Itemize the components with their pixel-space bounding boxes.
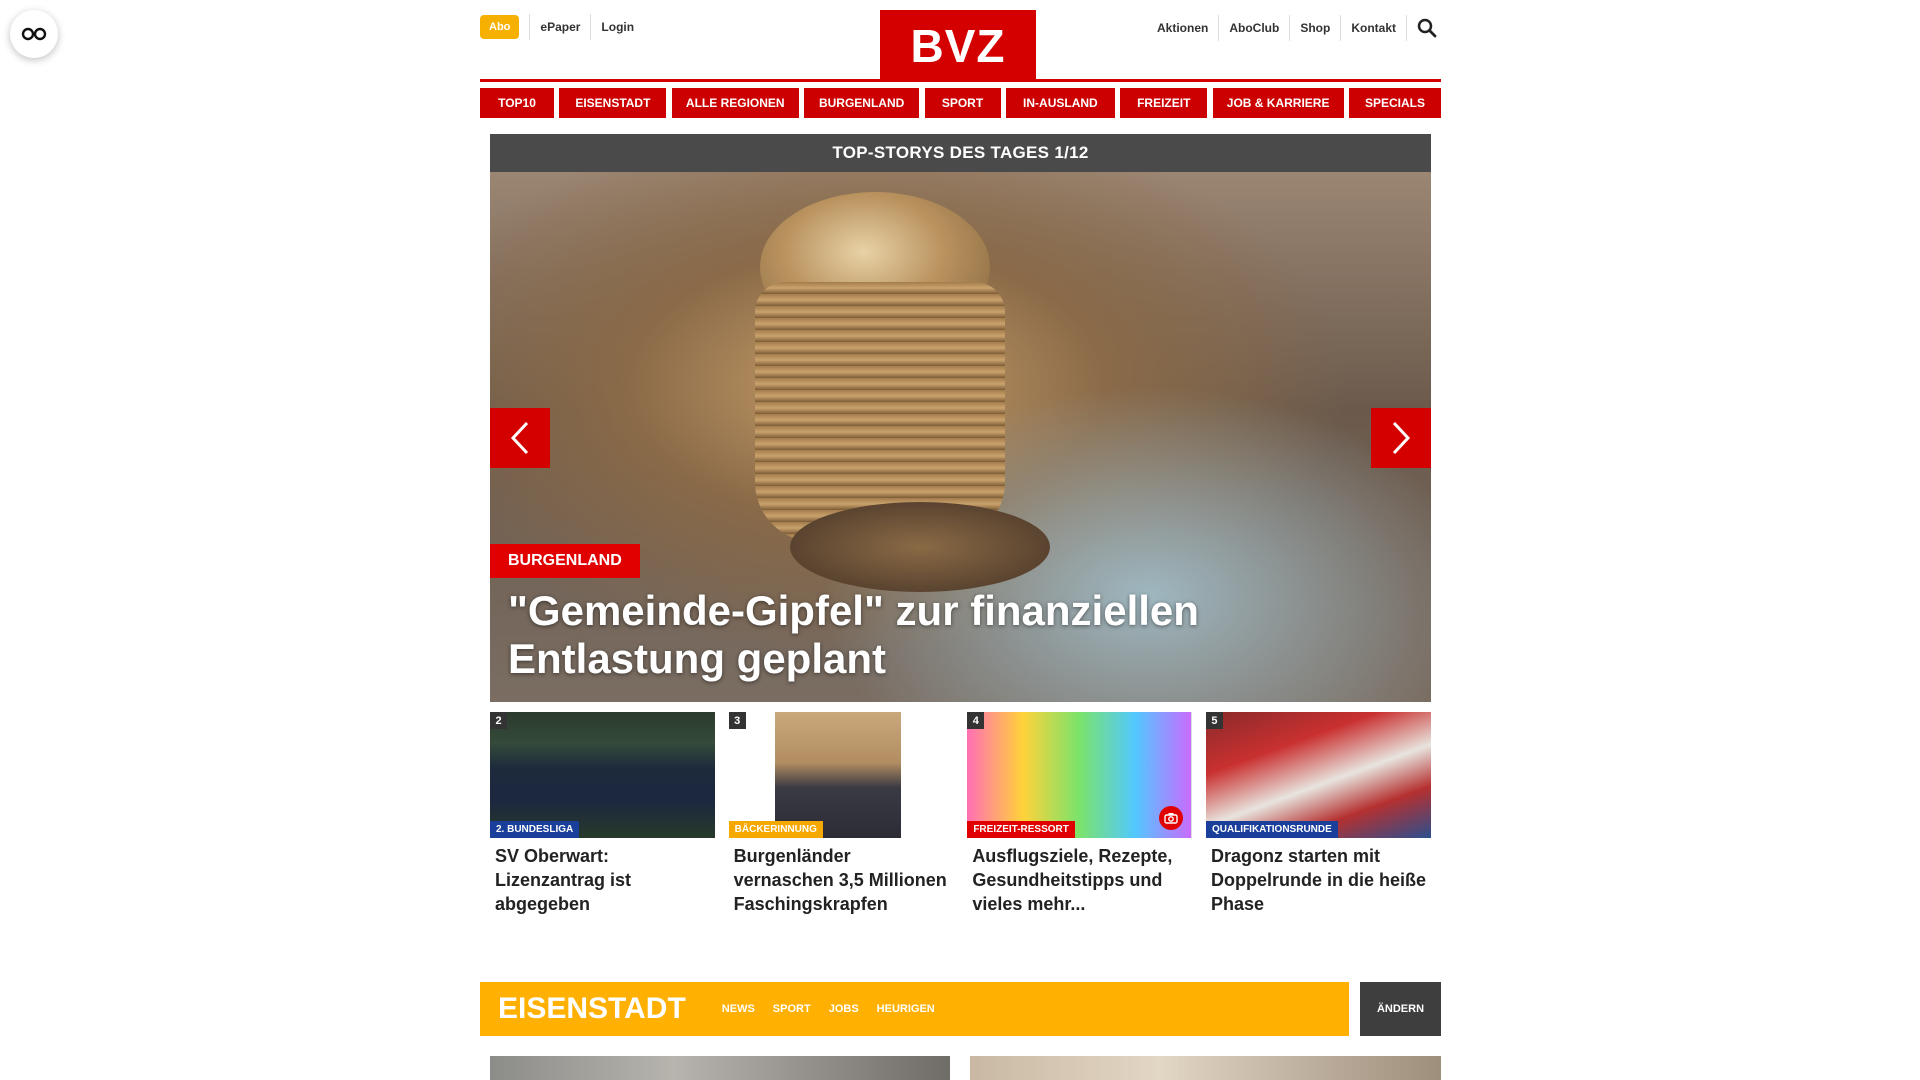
nav-sport[interactable]: SPORT bbox=[924, 88, 1001, 118]
top-stories-heading: TOP-STORYS DES TAGES 1/12 bbox=[490, 134, 1431, 172]
nav-alle-regionen[interactable]: ALLE REGIONEN bbox=[671, 88, 799, 118]
teaser-image-freizeit[interactable]: 4 FREIZEIT-RESSORT bbox=[967, 712, 1193, 838]
shop-link[interactable]: Shop bbox=[1290, 15, 1342, 41]
teaser-number: 3 bbox=[728, 712, 746, 729]
teaser-title[interactable]: Burgenländer vernaschen 3,5 Millionen Fa… bbox=[729, 838, 954, 916]
hero-headline[interactable]: "Gemeinde-Gipfel" zur finanziellen Entla… bbox=[508, 587, 1328, 683]
nav-top10[interactable]: TOP10 bbox=[480, 88, 554, 118]
teaser-card[interactable]: 3 BÄCKERINNUNG Burgenländer vernaschen 3… bbox=[728, 712, 954, 916]
nav-in-ausland[interactable]: IN-AUSLAND bbox=[1005, 88, 1115, 118]
teaser-title[interactable]: Ausflugsziele, Rezepte, Gesundheitstipps… bbox=[967, 838, 1192, 916]
teaser-card[interactable]: 5 QUALIFIKATIONSRUNDE Dragonz starten mi… bbox=[1205, 712, 1431, 916]
aboclub-link[interactable]: AboClub bbox=[1219, 15, 1291, 41]
header-left-links: Abo ePaper Login bbox=[480, 14, 644, 40]
teaser-card[interactable]: 4 FREIZEIT-RESSORT Ausflugsziele, Rezept… bbox=[967, 712, 1193, 916]
teaser-tag[interactable]: FREIZEIT-RESSORT bbox=[967, 821, 1075, 838]
nav-freizeit[interactable]: FREIZEIT bbox=[1120, 88, 1208, 118]
teaser-number: 5 bbox=[1205, 712, 1223, 729]
chevron-left-icon bbox=[510, 421, 529, 455]
teaser-card[interactable]: 2 2. BUNDESLIGA SV Oberwart: Lizenzantra… bbox=[490, 712, 715, 916]
teaser-image-stadium[interactable]: 2 2. BUNDESLIGA bbox=[490, 712, 715, 838]
login-link[interactable]: Login bbox=[591, 14, 644, 40]
region-link-jobs[interactable]: JOBS bbox=[829, 1003, 859, 1015]
teaser-tag[interactable]: QUALIFIKATIONSRUNDE bbox=[1205, 821, 1338, 838]
teaser-photo bbox=[774, 712, 901, 838]
teaser-tag[interactable]: BÄCKERINNUNG bbox=[728, 821, 823, 838]
teaser-image-krapfen[interactable]: 3 BÄCKERINNUNG bbox=[728, 712, 954, 838]
header-right-links: Aktionen AboClub Shop Kontakt bbox=[1147, 14, 1441, 42]
coin-stack-base bbox=[790, 502, 1050, 592]
teaser-title[interactable]: SV Oberwart: Lizenzantrag ist abgegeben bbox=[490, 838, 715, 916]
coin-stack-body bbox=[755, 282, 1005, 542]
region-section-header: EISENSTADT NEWS SPORT JOBS HEURIGEN ÄNDE… bbox=[480, 982, 1441, 1036]
aktionen-link[interactable]: Aktionen bbox=[1147, 15, 1220, 41]
search-button[interactable] bbox=[1413, 14, 1441, 42]
nav-specials[interactable]: SPECIALS bbox=[1349, 88, 1441, 118]
region-link-news[interactable]: NEWS bbox=[722, 1003, 755, 1015]
site-header: Abo ePaper Login BVZ Aktionen AboClub Sh… bbox=[480, 0, 1441, 82]
gallery-badge bbox=[1159, 806, 1184, 830]
page-container: Abo ePaper Login BVZ Aktionen AboClub Sh… bbox=[480, 0, 1441, 1080]
nav-job-karriere[interactable]: JOB & KARRIERE bbox=[1212, 88, 1344, 118]
region-link-sport[interactable]: SPORT bbox=[773, 1003, 811, 1015]
camera-icon bbox=[1164, 813, 1179, 824]
change-region-button[interactable]: ÄNDERN bbox=[1360, 982, 1441, 1036]
slider-prev-button[interactable] bbox=[490, 408, 550, 468]
glasses-icon bbox=[21, 27, 47, 41]
hero-image[interactable]: BURGENLAND "Gemeinde-Gipfel" zur finanzi… bbox=[490, 172, 1431, 702]
nav-eisenstadt[interactable]: EISENSTADT bbox=[559, 88, 667, 118]
reader-mode-button[interactable] bbox=[10, 10, 58, 58]
kontakt-link[interactable]: Kontakt bbox=[1341, 15, 1407, 41]
region-article-image[interactable] bbox=[490, 1056, 950, 1080]
region-article-image[interactable] bbox=[970, 1056, 1441, 1080]
top-stories-slider: TOP-STORYS DES TAGES 1/12 BURGENLAND "Ge… bbox=[490, 134, 1431, 702]
bvz-logo[interactable]: BVZ bbox=[880, 10, 1036, 82]
epaper-link[interactable]: ePaper bbox=[529, 14, 592, 40]
hero-category-badge[interactable]: BURGENLAND bbox=[490, 544, 640, 578]
teaser-tag[interactable]: 2. BUNDESLIGA bbox=[490, 821, 580, 838]
main-nav: TOP10 EISENSTADT ALLE REGIONEN BURGENLAN… bbox=[480, 88, 1441, 118]
teaser-image-basketball[interactable]: 5 QUALIFIKATIONSRUNDE bbox=[1205, 712, 1431, 838]
chevron-right-icon bbox=[1392, 421, 1411, 455]
region-title[interactable]: EISENSTADT bbox=[480, 992, 686, 1026]
teaser-row: 2 2. BUNDESLIGA SV Oberwart: Lizenzantra… bbox=[490, 712, 1431, 916]
nav-burgenland[interactable]: BURGENLAND bbox=[804, 88, 920, 118]
search-icon bbox=[1417, 18, 1437, 38]
teaser-number: 4 bbox=[967, 712, 985, 729]
teaser-title[interactable]: Dragonz starten mit Doppelrunde in die h… bbox=[1206, 838, 1431, 916]
region-bar: EISENSTADT NEWS SPORT JOBS HEURIGEN bbox=[480, 982, 1349, 1036]
region-link-heurigen[interactable]: HEURIGEN bbox=[877, 1003, 935, 1015]
slider-next-button[interactable] bbox=[1371, 408, 1431, 468]
teaser-number: 2 bbox=[490, 712, 507, 729]
abo-button[interactable]: Abo bbox=[480, 15, 520, 39]
